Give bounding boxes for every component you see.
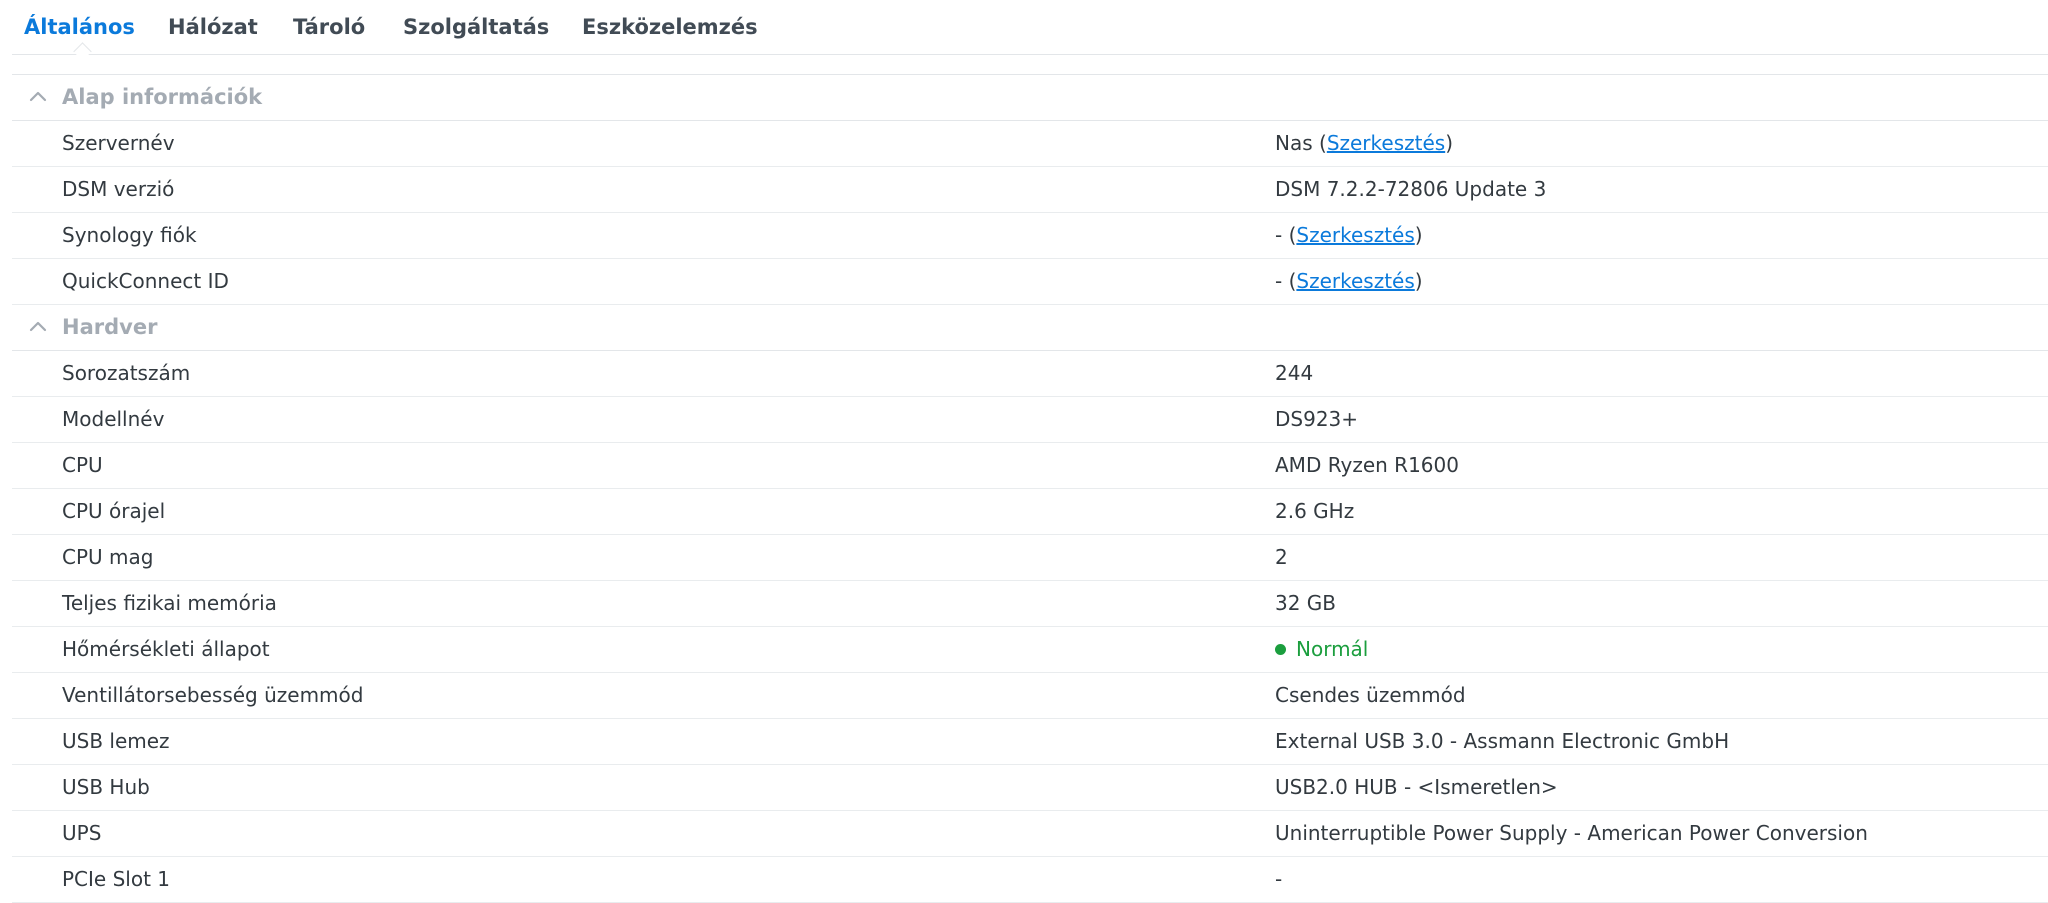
tab-tarolo[interactable]: Tároló	[293, 0, 365, 54]
edit-server-name-link[interactable]: Szerkesztés	[1327, 131, 1445, 155]
info-row-memory: Teljes fizikai memória 32 GB	[12, 581, 2048, 627]
paren-open: (	[1312, 131, 1327, 155]
paren-open: (	[1282, 269, 1297, 293]
info-row-quickconnect-id: QuickConnect ID - (Szerkesztés)	[12, 259, 2048, 305]
chevron-up-icon[interactable]	[28, 87, 48, 107]
row-label: DSM verzió	[62, 177, 175, 201]
row-label: CPU	[62, 453, 103, 477]
row-value: -	[1275, 867, 1283, 891]
info-row-usb-hub: USB Hub USB2.0 HUB - <Ismeretlen>	[12, 765, 2048, 811]
info-row-usb-disk: USB lemez External USB 3.0 - Assmann Ele…	[12, 719, 2048, 765]
row-value: USB2.0 HUB - <Ismeretlen>	[1275, 775, 1558, 799]
row-value: - (Szerkesztés)	[1275, 213, 1423, 258]
edit-synology-account-link[interactable]: Szerkesztés	[1296, 223, 1414, 247]
info-row-synology-account: Synology fiók - (Szerkesztés)	[12, 213, 2048, 259]
info-row-thermal-status: Hőmérsékleti állapot Normál	[12, 627, 2048, 673]
status-badge: Normál	[1296, 637, 1369, 661]
edit-quickconnect-link[interactable]: Szerkesztés	[1296, 269, 1414, 293]
row-value: Csendes üzemmód	[1275, 683, 1466, 707]
section-title: Hardver	[62, 315, 158, 339]
info-row-fan-mode: Ventillátorsebesség üzemmód Csendes üzem…	[12, 673, 2048, 719]
row-label: Teljes fizikai memória	[62, 591, 277, 615]
row-label: PCIe Slot 1	[62, 867, 170, 891]
info-row-cpu-cores: CPU mag 2	[12, 535, 2048, 581]
row-value: 32 GB	[1275, 591, 1337, 615]
tab-bar: Általános Hálózat Tároló Szolgáltatás Es…	[12, 0, 2048, 61]
info-row-cpu: CPU AMD Ryzen R1600	[12, 443, 2048, 489]
server-name-value: Nas	[1275, 131, 1313, 155]
row-value: Nas (Szerkesztés)	[1275, 121, 1453, 166]
row-label: Synology fiók	[62, 223, 197, 247]
info-row-serial-number: Sorozatszám 244	[12, 351, 2048, 397]
info-row-dsm-version: DSM verzió DSM 7.2.2-72806 Update 3	[12, 167, 2048, 213]
section-title: Alap információk	[62, 85, 263, 109]
section-header-hardware[interactable]: Hardver	[12, 305, 2048, 351]
row-label: USB Hub	[62, 775, 150, 799]
row-value: Normál	[1275, 627, 1368, 672]
row-label: CPU mag	[62, 545, 154, 569]
row-label: Szervernév	[62, 131, 175, 155]
tab-szolgaltatas[interactable]: Szolgáltatás	[403, 0, 549, 54]
paren-close: )	[1445, 131, 1454, 155]
row-label: Ventillátorsebesség üzemmód	[62, 683, 364, 707]
tab-eszkozelemzes[interactable]: Eszközelemzés	[582, 0, 758, 54]
info-row-ups: UPS Uninterruptible Power Supply - Ameri…	[12, 811, 2048, 857]
info-row-pcie-slot-1: PCIe Slot 1 -	[12, 857, 2048, 903]
info-row-server-name: Szervernév Nas (Szerkesztés)	[12, 121, 2048, 167]
row-value: External USB 3.0 - Assmann Electronic Gm…	[1275, 729, 1730, 753]
row-value: 244	[1275, 361, 1314, 385]
row-label: USB lemez	[62, 729, 170, 753]
row-value: DS923+	[1275, 407, 1359, 431]
chevron-up-icon[interactable]	[28, 317, 48, 337]
row-label: Modellnév	[62, 407, 165, 431]
row-value: - (Szerkesztés)	[1275, 259, 1423, 304]
section-header-basic-info[interactable]: Alap információk	[12, 75, 2048, 121]
info-panel: Alap információk Szervernév Nas (Szerkes…	[12, 74, 2048, 903]
row-label: Sorozatszám	[62, 361, 191, 385]
paren-close: )	[1414, 269, 1423, 293]
row-label: QuickConnect ID	[62, 269, 229, 293]
row-label: UPS	[62, 821, 102, 845]
paren-close: )	[1414, 223, 1423, 247]
info-row-cpu-clock: CPU órajel 2.6 GHz	[12, 489, 2048, 535]
paren-open: (	[1282, 223, 1297, 247]
row-label: CPU órajel	[62, 499, 166, 523]
row-value: DSM 7.2.2-72806 Update 3	[1275, 177, 1547, 201]
tab-halozat[interactable]: Hálózat	[168, 0, 258, 54]
row-label: Hőmérsékleti állapot	[62, 637, 270, 661]
info-row-model-name: Modellnév DS923+	[12, 397, 2048, 443]
row-value: Uninterruptible Power Supply - American …	[1275, 821, 1868, 845]
row-value: AMD Ryzen R1600	[1275, 453, 1459, 477]
row-value: 2	[1275, 545, 1288, 569]
row-value: 2.6 GHz	[1275, 499, 1355, 523]
status-dot-icon	[1275, 644, 1286, 655]
